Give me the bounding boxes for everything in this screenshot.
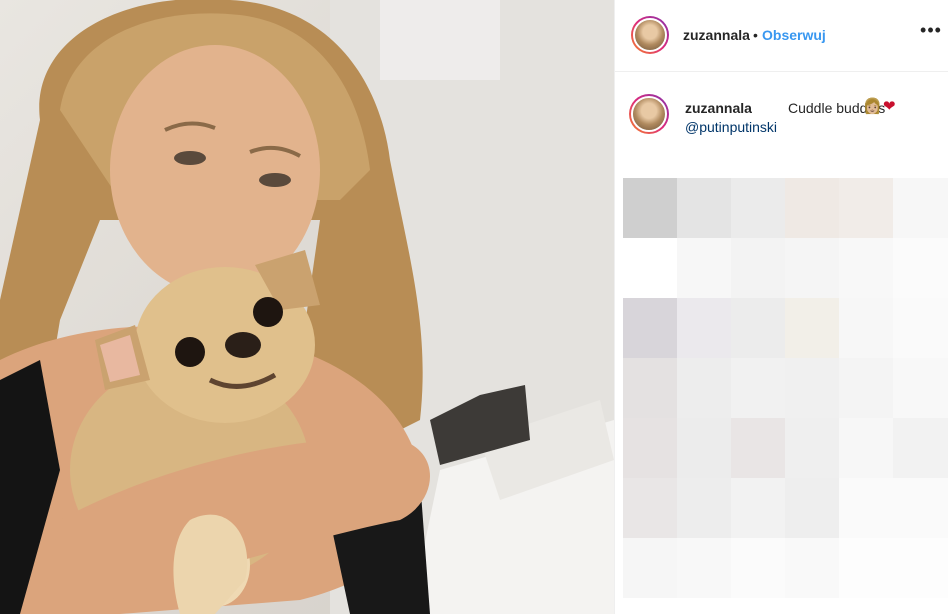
- woman-emoji-icon: 👩🏼: [863, 98, 882, 115]
- pixel-block: [785, 478, 845, 538]
- post-sidebar: zuzannala • Obserwuj ••• zuzannala Cuddl…: [614, 0, 948, 614]
- pixel-block: [893, 238, 948, 298]
- author-username[interactable]: zuzannala: [683, 27, 750, 43]
- more-options-icon[interactable]: •••: [919, 20, 943, 44]
- pixelated-comments-area: [623, 178, 948, 614]
- heart-emoji-icon: ❤: [883, 98, 896, 115]
- pixel-block: [677, 478, 737, 538]
- caption-avatar[interactable]: [629, 94, 669, 134]
- pixel-block: [839, 538, 899, 598]
- pixel-block: [677, 358, 737, 418]
- pixel-block: [785, 178, 845, 238]
- pixel-block: [785, 298, 845, 358]
- pixel-block: [677, 418, 737, 478]
- separator-dot: •: [753, 27, 758, 43]
- pixel-block: [623, 298, 683, 358]
- follow-button[interactable]: Obserwuj: [762, 27, 826, 43]
- pixel-block: [731, 538, 791, 598]
- pixel-block: [677, 538, 737, 598]
- pixel-block: [893, 178, 948, 238]
- pixel-block: [677, 298, 737, 358]
- pixel-block: [677, 238, 737, 298]
- pixel-block: [623, 418, 683, 478]
- pixel-block: [785, 418, 845, 478]
- pixel-block: [839, 418, 899, 478]
- pixel-block: [731, 298, 791, 358]
- pixel-block: [623, 538, 683, 598]
- pixel-block: [677, 178, 737, 238]
- pixel-block: [893, 538, 948, 598]
- pixel-block: [731, 358, 791, 418]
- post-photo[interactable]: [0, 0, 614, 614]
- pixel-block: [839, 178, 899, 238]
- pixel-block: [731, 178, 791, 238]
- pixel-block: [731, 478, 791, 538]
- pixel-block: [785, 358, 845, 418]
- pixel-block: [839, 238, 899, 298]
- pixel-block: [893, 478, 948, 538]
- pixel-block: [785, 238, 845, 298]
- pixel-block: [623, 178, 683, 238]
- pixel-block: [731, 418, 791, 478]
- pixel-block: [893, 358, 948, 418]
- post-header: zuzannala • Obserwuj •••: [615, 0, 948, 72]
- post-caption: zuzannala Cuddle buddies 👩🏼 ❤ @putinputi…: [615, 80, 948, 160]
- pixel-block: [623, 358, 683, 418]
- post-photo-illustration: [0, 0, 614, 614]
- caption-username[interactable]: zuzannala: [685, 100, 752, 116]
- pixel-block: [839, 298, 899, 358]
- pixel-block: [623, 478, 683, 538]
- pixel-block: [893, 418, 948, 478]
- pixel-block: [623, 238, 683, 298]
- pixel-block: [785, 538, 845, 598]
- pixel-block: [893, 298, 948, 358]
- author-avatar[interactable]: [631, 16, 669, 54]
- pixel-block: [839, 358, 899, 418]
- caption-mention-link[interactable]: @putinputinski: [685, 119, 777, 135]
- pixel-block: [839, 478, 899, 538]
- pixel-block: [731, 238, 791, 298]
